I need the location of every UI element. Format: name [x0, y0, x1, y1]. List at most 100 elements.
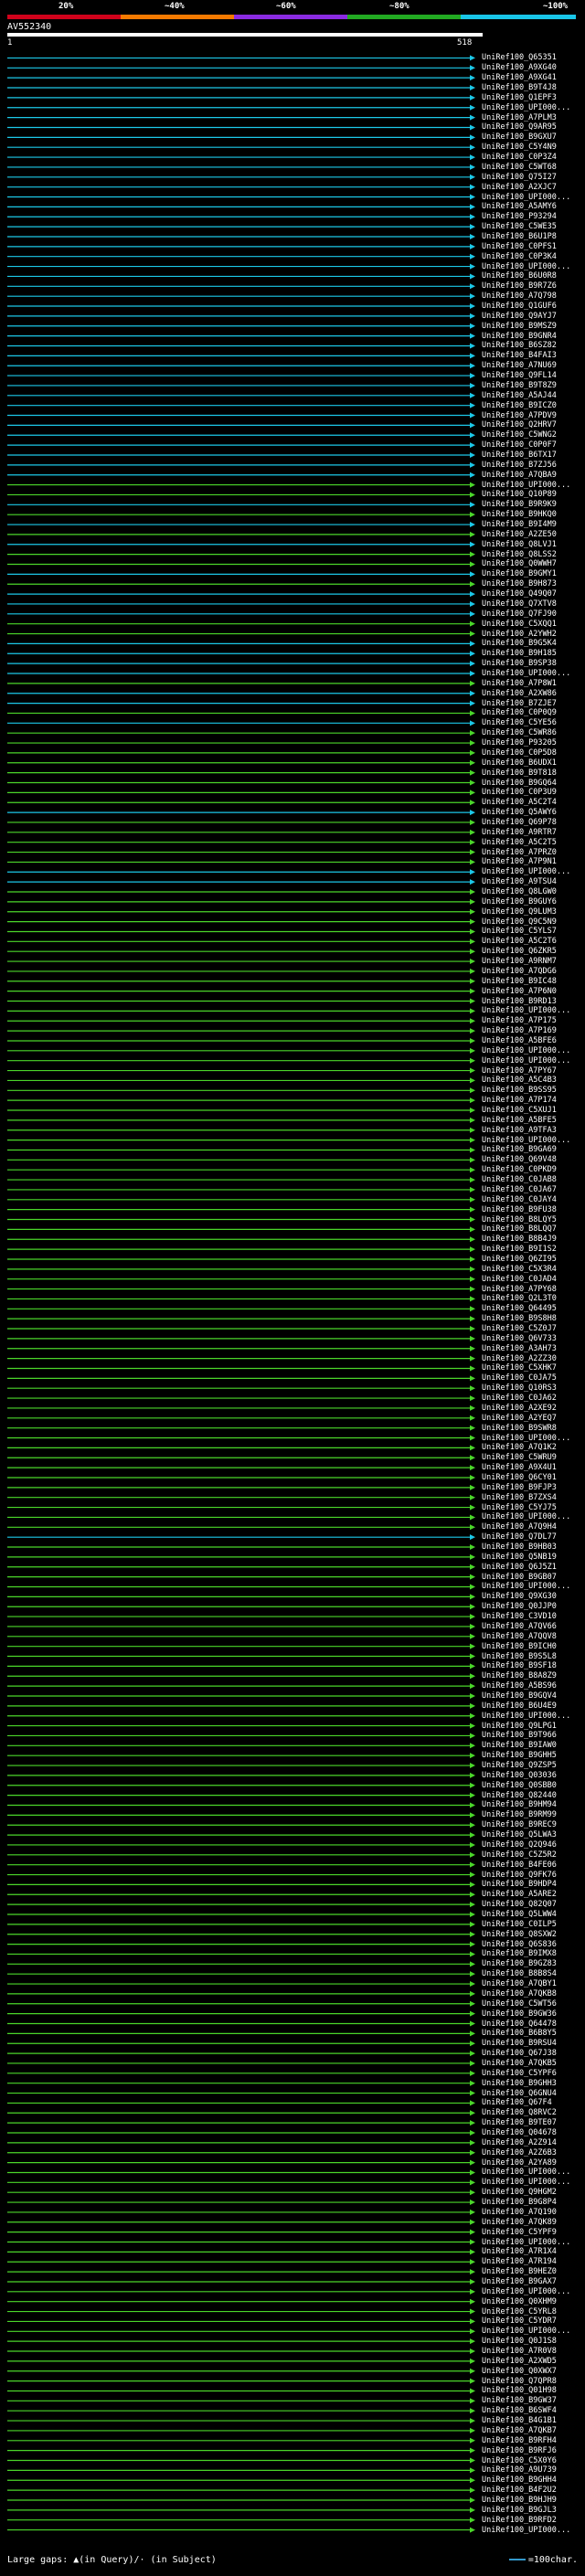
hit-label[interactable]: UniRef100_C0P3K4 — [482, 252, 557, 261]
hit-label[interactable]: UniRef100_C5Z0J7 — [482, 1324, 557, 1333]
hit-label[interactable]: UniRef100_C5YDR7 — [482, 2316, 557, 2326]
hit-label[interactable]: UniRef100_Q49Q07 — [482, 589, 557, 599]
hit-label[interactable]: UniRef100_B7ZXS4 — [482, 1493, 557, 1502]
hit-label[interactable]: UniRef100_UPI000... — [482, 867, 570, 876]
hit-label[interactable]: UniRef100_C5WNG2 — [482, 430, 557, 440]
hit-label[interactable]: UniRef100_C0P0F7 — [482, 440, 557, 450]
hit-label[interactable]: UniRef100_Q2L3T0 — [482, 1294, 557, 1303]
hit-label[interactable]: UniRef100_Q67F4 — [482, 2098, 552, 2107]
hit-label[interactable]: UniRef100_Q82Q07 — [482, 1900, 557, 1909]
hit-label[interactable]: UniRef100_A7R194 — [482, 2257, 557, 2266]
hit-label[interactable]: UniRef100_C0P0Q9 — [482, 708, 557, 717]
hit-label[interactable]: UniRef100_C5XUJ1 — [482, 1106, 557, 1115]
hit-label[interactable]: UniRef100_Q5LWW4 — [482, 1910, 557, 1919]
hit-label[interactable]: UniRef100_UPI000... — [482, 669, 570, 678]
hit-label[interactable]: UniRef100_Q64478 — [482, 2019, 557, 2029]
hit-label[interactable]: UniRef100_C5XQQ1 — [482, 620, 557, 629]
hit-label[interactable]: UniRef100_B6U4E9 — [482, 1701, 557, 1711]
hit-label[interactable]: UniRef100_UPI000... — [482, 193, 570, 202]
hit-label[interactable]: UniRef100_B8A8Z9 — [482, 1671, 557, 1680]
hit-label[interactable]: UniRef100_UPI000... — [482, 103, 570, 112]
hit-label[interactable]: UniRef100_B9ICZ0 — [482, 401, 557, 410]
hit-label[interactable]: UniRef100_Q0XWX7 — [482, 2367, 557, 2376]
hit-label[interactable]: UniRef100_B9RSU4 — [482, 2039, 557, 2048]
hit-label[interactable]: UniRef100_Q8LGW0 — [482, 887, 557, 896]
hit-label[interactable]: UniRef100_B9RD13 — [482, 997, 557, 1006]
hit-label[interactable]: UniRef100_A2XW86 — [482, 689, 557, 698]
hit-label[interactable]: UniRef100_B9HB03 — [482, 1542, 557, 1552]
hit-label[interactable]: UniRef100_A2YWH2 — [482, 630, 557, 639]
hit-label[interactable]: UniRef100_A7QBA9 — [482, 471, 557, 480]
hit-label[interactable]: UniRef100_C5Z5R2 — [482, 1850, 557, 1860]
hit-label[interactable]: UniRef100_B9IAW0 — [482, 1741, 557, 1750]
hit-label[interactable]: UniRef100_B8B4J9 — [482, 1235, 557, 1244]
hit-label[interactable]: UniRef100_B9ICH0 — [482, 1642, 557, 1651]
hit-label[interactable]: UniRef100_B8B8S4 — [482, 1969, 557, 1978]
hit-label[interactable]: UniRef100_Q8LSS2 — [482, 550, 557, 559]
hit-label[interactable]: UniRef100_A2Z914 — [482, 2138, 557, 2147]
hit-label[interactable]: UniRef100_B4FE06 — [482, 1860, 557, 1870]
hit-label[interactable]: UniRef100_B9HJH9 — [482, 2496, 557, 2505]
hit-label[interactable]: UniRef100_B9HM94 — [482, 1800, 557, 1809]
hit-label[interactable]: UniRef100_Q10P89 — [482, 490, 557, 499]
hit-label[interactable]: UniRef100_Q5AWY6 — [482, 808, 557, 817]
hit-label[interactable]: UniRef100_Q9C5N9 — [482, 917, 557, 927]
hit-label[interactable]: UniRef100_A7Q798 — [482, 292, 557, 301]
hit-label[interactable]: UniRef100_Q0XHM9 — [482, 2297, 557, 2306]
hit-label[interactable]: UniRef100_A9RNM7 — [482, 957, 557, 966]
hit-label[interactable]: UniRef100_C5YLS7 — [482, 927, 557, 936]
hit-label[interactable]: UniRef100_B9GHH3 — [482, 2079, 557, 2088]
hit-label[interactable]: UniRef100_Q5LWA3 — [482, 1830, 557, 1839]
hit-label[interactable]: UniRef100_B9GMY1 — [482, 569, 557, 578]
hit-label[interactable]: UniRef100_A5BFE5 — [482, 1116, 557, 1125]
hit-label[interactable]: UniRef100_B9H873 — [482, 579, 557, 588]
hit-label[interactable]: UniRef100_A5C4B3 — [482, 1076, 557, 1085]
hit-label[interactable]: UniRef100_C5WR86 — [482, 728, 557, 737]
hit-label[interactable]: UniRef100_B9RFD2 — [482, 2516, 557, 2525]
hit-label[interactable]: UniRef100_B9RFH4 — [482, 2436, 557, 2445]
hit-label[interactable]: UniRef100_UPI000... — [482, 2238, 570, 2247]
hit-label[interactable]: UniRef100_Q8LVJ1 — [482, 540, 557, 549]
hit-label[interactable]: UniRef100_UPI000... — [482, 1006, 570, 1015]
hit-label[interactable]: UniRef100_UPI000... — [482, 481, 570, 490]
hit-label[interactable]: UniRef100_B9G5K4 — [482, 639, 557, 648]
hit-label[interactable]: UniRef100_Q0JJP0 — [482, 1602, 557, 1611]
hit-label[interactable]: UniRef100_C5Y4N9 — [482, 143, 557, 152]
hit-label[interactable]: UniRef100_C5WE35 — [482, 222, 557, 231]
hit-label[interactable]: UniRef100_B4FAI3 — [482, 351, 557, 360]
hit-label[interactable]: UniRef100_A7PDV9 — [482, 411, 557, 420]
hit-label[interactable]: UniRef100_B6SZ82 — [482, 341, 557, 350]
hit-label[interactable]: UniRef100_UPI000... — [482, 1712, 570, 1721]
hit-label[interactable]: UniRef100_C0JA67 — [482, 1185, 557, 1194]
hit-label[interactable]: UniRef100_Q0SBB0 — [482, 1781, 557, 1790]
hit-label[interactable]: UniRef100_UPI000... — [482, 262, 570, 271]
hit-label[interactable]: UniRef100_B9GUY6 — [482, 897, 557, 906]
hit-label[interactable]: UniRef100_B9S8H8 — [482, 1314, 557, 1323]
hit-label[interactable]: UniRef100_C5YRL8 — [482, 2307, 557, 2316]
hit-label[interactable]: UniRef100_A7P174 — [482, 1096, 557, 1105]
hit-label[interactable]: UniRef100_A9U739 — [482, 2465, 557, 2475]
hit-label[interactable]: UniRef100_Q6J5Z1 — [482, 1563, 557, 1572]
hit-label[interactable]: UniRef100_B9G8P4 — [482, 2198, 557, 2207]
hit-label[interactable]: UniRef100_UPI000... — [482, 1512, 570, 1521]
hit-label[interactable]: UniRef100_Q04678 — [482, 2128, 557, 2137]
hit-label[interactable]: UniRef100_C5YE56 — [482, 718, 557, 727]
hit-label[interactable]: UniRef100_C0JAY4 — [482, 1195, 557, 1204]
hit-label[interactable]: UniRef100_B9HEZ0 — [482, 2267, 557, 2276]
hit-label[interactable]: UniRef100_Q67J38 — [482, 2049, 557, 2058]
hit-label[interactable]: UniRef100_C5WT56 — [482, 1999, 557, 2009]
hit-label[interactable]: UniRef100_C0JAD4 — [482, 1275, 557, 1284]
hit-label[interactable]: UniRef100_A7Q1K2 — [482, 1443, 557, 1452]
hit-label[interactable]: UniRef100_Q10RS3 — [482, 1383, 557, 1393]
hit-label[interactable]: UniRef100_Q7XTV8 — [482, 599, 557, 609]
hit-label[interactable]: UniRef100_Q01H98 — [482, 2386, 557, 2395]
hit-label[interactable]: UniRef100_B9MSZ9 — [482, 322, 557, 331]
hit-label[interactable]: UniRef100_B9TE07 — [482, 2118, 557, 2127]
hit-label[interactable]: UniRef100_B9I4M9 — [482, 520, 557, 529]
hit-label[interactable]: UniRef100_Q9FK76 — [482, 1871, 557, 1880]
hit-label[interactable]: UniRef100_A7P6N0 — [482, 987, 557, 996]
hit-label[interactable]: UniRef100_B9GHH4 — [482, 2475, 557, 2485]
hit-label[interactable]: UniRef100_B6U1P8 — [482, 232, 557, 241]
hit-label[interactable]: UniRef100_UPI000... — [482, 1434, 570, 1443]
hit-label[interactable]: UniRef100_B9GZ83 — [482, 1959, 557, 1968]
